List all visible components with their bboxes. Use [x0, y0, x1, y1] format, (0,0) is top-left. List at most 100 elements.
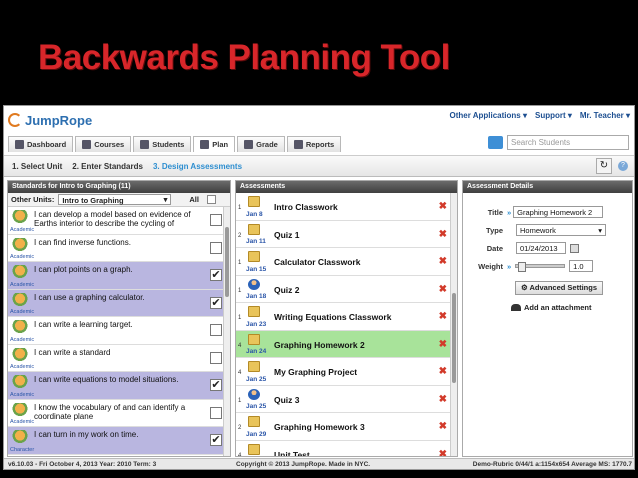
assessment-row[interactable]: 4 Unit Test ✖ [236, 440, 457, 457]
worksheet-icon [248, 361, 260, 372]
tab-students[interactable]: Students [133, 136, 192, 152]
date-input[interactable]: 01/24/2013 [516, 242, 566, 254]
add-attachment-link[interactable]: Add an attachment [511, 303, 626, 312]
assessment-row[interactable]: 1 Jan 23 Writing Equations Classwork ✖ [236, 303, 457, 331]
select-all-checkbox[interactable] [206, 195, 216, 204]
standard-row[interactable]: Academic I can write a standard [8, 344, 230, 372]
standard-text: I can write a learning target. [34, 320, 133, 329]
assessments-scrollbar[interactable] [450, 193, 457, 456]
standard-checkbox[interactable] [210, 406, 222, 419]
standard-row[interactable]: Academic I can write equations to model s… [8, 372, 230, 400]
person-icon [248, 278, 260, 290]
assessment-count: 4 [238, 342, 242, 349]
footer-stats: Demo-Rubric 0/44/1 a:1154x654 Average MS… [472, 461, 632, 468]
standard-category: Academic [10, 391, 35, 398]
standard-row[interactable]: Academic I can use a graphing calculator. [8, 289, 230, 317]
assessment-date: Jan 15 [246, 265, 267, 273]
all-label: All [189, 195, 199, 204]
standard-category: Academic [10, 364, 35, 370]
delete-icon[interactable]: ✖ [439, 366, 447, 377]
type-select[interactable]: Homework ▾ [516, 224, 606, 236]
delete-icon[interactable]: ✖ [439, 339, 447, 350]
standard-checkbox[interactable] [210, 351, 222, 364]
tab-courses[interactable]: Courses [75, 136, 132, 152]
worksheet-icon [248, 416, 260, 427]
assessment-row[interactable]: 2 Jan 29 Graphing Homework 3 ✖ [236, 413, 457, 441]
support-menu[interactable]: Support ▾ [535, 111, 572, 120]
assessment-row[interactable]: 1 Jan 15 Calculator Classwork ✖ [236, 248, 457, 276]
other-units-label: Other Units: [11, 195, 55, 204]
delete-icon[interactable]: ✖ [439, 201, 447, 212]
delete-icon[interactable]: ✖ [439, 284, 447, 295]
assessment-date: Jan 11 [246, 238, 266, 245]
standard-icon [11, 265, 29, 279]
help-icon[interactable]: ? [618, 161, 628, 171]
delete-icon[interactable]: ✖ [439, 256, 447, 267]
delete-icon[interactable]: ✖ [439, 311, 447, 322]
delete-icon[interactable]: ✖ [439, 421, 447, 432]
standard-row[interactable]: Academic I can plot points on a graph. [8, 262, 230, 290]
home-icon [15, 140, 24, 149]
add-attachment-label: Add an attachment [524, 303, 592, 312]
tab-dashboard[interactable]: Dashboard [8, 136, 74, 152]
standard-icon [11, 402, 29, 417]
assessment-count: 2 [238, 425, 242, 431]
tab-plan[interactable]: Plan [193, 136, 236, 152]
standard-row[interactable]: Character I can turn in my work on time. [8, 427, 230, 455]
logo[interactable]: JumpRope [8, 111, 92, 129]
standard-text: I can write equations to model situation… [34, 375, 179, 384]
step-design-assessments[interactable]: 3. Design Assessments [153, 162, 242, 171]
other-applications-menu[interactable]: Other Applications ▾ [449, 111, 527, 120]
standard-checkbox[interactable] [210, 269, 222, 281]
standard-row[interactable]: Academic I can write a learning target. [8, 317, 230, 345]
assessment-count: 4 [238, 452, 242, 457]
delete-icon[interactable]: ✖ [439, 229, 447, 240]
standard-checkbox[interactable] [210, 379, 222, 391]
delete-icon[interactable]: ✖ [439, 449, 447, 457]
delete-icon[interactable]: ✖ [439, 394, 447, 405]
weight-label: Weight [478, 261, 503, 271]
units-row: Other Units: Intro to Graphing All [8, 193, 230, 207]
standard-row[interactable]: Academic I know the vocabulary of and can… [8, 399, 230, 427]
standard-checkbox[interactable] [210, 434, 222, 446]
assessment-row[interactable]: 1 Jan 18 Quiz 2 ✖ [236, 275, 457, 303]
weight-slider[interactable] [515, 262, 566, 272]
standard-row[interactable]: Academic I can find inverse functions. [8, 234, 230, 262]
search-students-input[interactable]: Search Students [507, 135, 629, 150]
chat-icon[interactable] [488, 136, 503, 149]
person-icon [248, 388, 260, 400]
assessment-row[interactable]: 1 Jan 25 Quiz 3 ✖ [236, 385, 457, 413]
standard-checkbox[interactable] [210, 296, 222, 309]
tab-grade[interactable]: Grade [237, 136, 285, 152]
advanced-settings-label: Advanced Settings [529, 283, 598, 292]
tab-reports[interactable]: Reports [286, 136, 342, 152]
jumprope-logo-icon [8, 113, 22, 127]
standard-checkbox[interactable] [210, 324, 222, 336]
refresh-button[interactable]: ↻ [596, 158, 612, 174]
student-icon [140, 140, 150, 149]
step-select-unit[interactable]: 1. Select Unit [12, 162, 62, 171]
standard-category: Character [10, 446, 35, 453]
advanced-settings-button[interactable]: ⚙ Advanced Settings [515, 281, 603, 295]
assessment-row[interactable]: 1 Jan 8 Intro Classwork ✖ [236, 193, 457, 221]
assessment-row[interactable]: 2 Jan 11 Quiz 1 ✖ [236, 220, 457, 248]
weight-input[interactable]: 1.0 [569, 260, 594, 272]
assessment-name: Writing Equations Classwork [274, 312, 392, 322]
standards-scrollbar[interactable] [223, 207, 230, 456]
step-enter-standards[interactable]: 2. Enter Standards [72, 162, 143, 171]
standard-row[interactable]: Academic I can develop a model based on e… [8, 207, 230, 235]
assessment-name: Quiz 2 [274, 284, 300, 295]
slide: Backwards Planning Tool JumpRope Other A… [0, 0, 638, 478]
standard-checkbox[interactable] [210, 241, 222, 254]
standard-category: Academic [10, 281, 35, 288]
assessment-row[interactable]: 4 Jan 24 Graphing Homework 2 ✖ [236, 330, 457, 358]
title-input[interactable]: Graphing Homework 2 [513, 206, 604, 218]
assessment-date: Jan 25 [246, 403, 267, 410]
standard-checkbox[interactable] [210, 214, 222, 226]
assessment-name: Graphing Homework 3 [274, 422, 365, 432]
user-menu[interactable]: Mr. Teacher ▾ [580, 111, 630, 120]
assessment-row[interactable]: 4 Jan 25 My Graphing Project ✖ [236, 358, 457, 386]
unit-select[interactable]: Intro to Graphing [58, 194, 172, 205]
calendar-icon[interactable] [570, 243, 579, 253]
tab-label: Reports [305, 140, 335, 149]
